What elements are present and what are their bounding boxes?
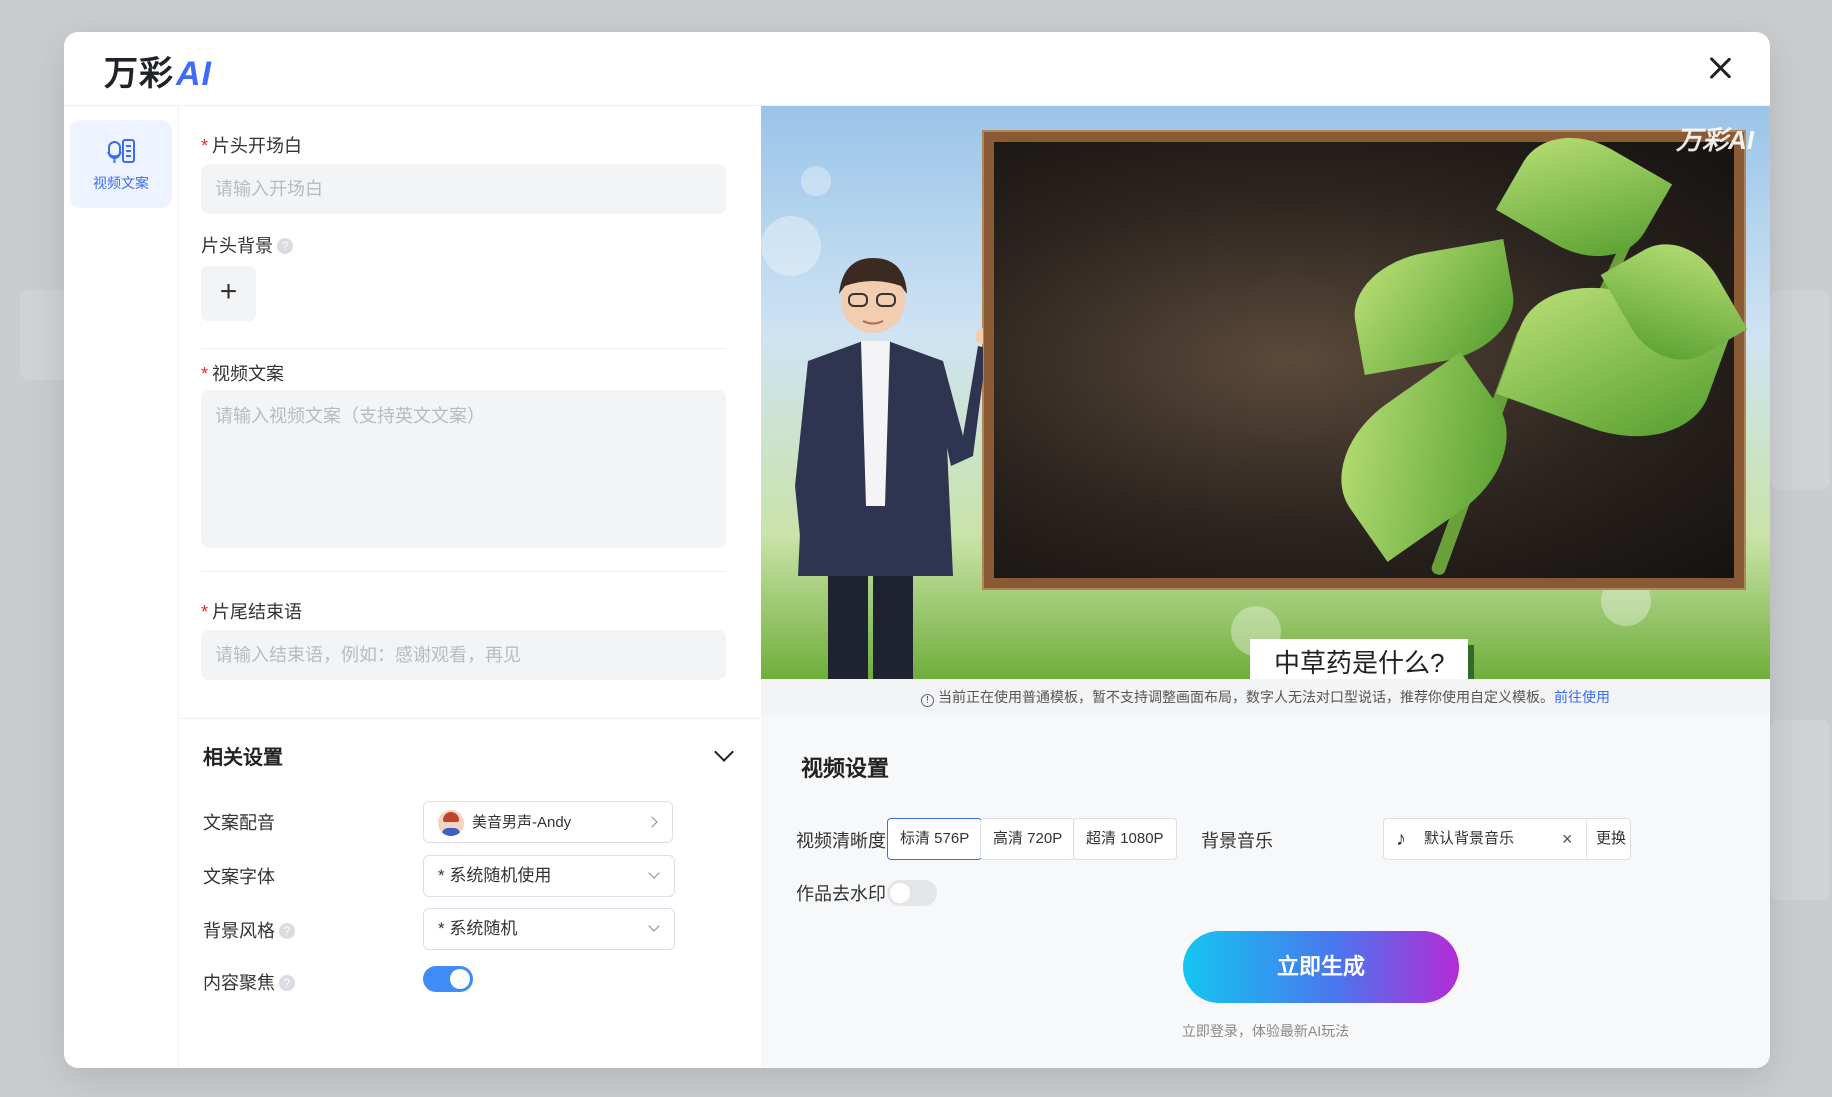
related-settings-panel: 相关设置 文案配音 美音男声-Andy 文案字体 * 系统随机使用 背景风格? …: [179, 718, 761, 1068]
chevron-down-icon: [648, 920, 660, 932]
go-use-link[interactable]: 前往使用: [1554, 689, 1610, 705]
opening-bg-label: 片头背景?: [201, 232, 293, 258]
voice-label: 文案配音: [203, 813, 275, 833]
close-icon[interactable]: [1704, 52, 1736, 84]
font-select[interactable]: * 系统随机使用: [423, 855, 675, 897]
font-label: 文案字体: [203, 867, 275, 887]
voice-avatar: [438, 809, 464, 836]
script-form: *片头开场白 片头背景? + *视频文案 *片尾结束语: [179, 106, 761, 718]
clear-music-icon[interactable]: ×: [1562, 819, 1573, 859]
bg-style-label: 背景风格?: [203, 917, 295, 943]
dialog-header: 万彩AI: [64, 32, 1770, 106]
opening-label: * 片头开场白: [201, 136, 303, 156]
ending-input[interactable]: [201, 630, 726, 680]
info-icon: !: [921, 694, 934, 707]
video-generator-dialog: 万彩AI 视频文案 *片头开场白 片头背景? + *视频文案 *片尾结束语: [64, 32, 1770, 1068]
brand-logo: 万彩AI: [104, 55, 212, 93]
quality-576p-option[interactable]: 标清 576P: [887, 818, 983, 860]
voice-select[interactable]: 美音男声-Andy: [423, 801, 673, 843]
bg-style-select[interactable]: * 系统随机: [423, 908, 675, 950]
ending-label: * 片尾结束语: [201, 602, 303, 622]
generate-hint: 立即登录，体验最新AI玩法: [1181, 1023, 1350, 1039]
quality-label: 视频清晰度: [796, 831, 886, 851]
divider: [201, 348, 726, 349]
chevron-down-icon: [648, 867, 660, 879]
video-preview: 中草药是什么? 万彩AI: [761, 106, 1770, 679]
sidebar-item-video-script[interactable]: 视频文案: [70, 120, 172, 208]
digital-presenter: [795, 258, 983, 679]
preview-frame: [984, 114, 1748, 588]
script-textarea[interactable]: [201, 390, 726, 548]
change-music-button[interactable]: 更换: [1596, 819, 1626, 859]
chevron-right-icon: [646, 816, 658, 828]
settings-title: 相关设置: [203, 747, 283, 769]
sidebar-item-label: 视频文案: [93, 175, 149, 191]
generate-button[interactable]: 立即生成: [1183, 931, 1459, 1003]
video-settings-panel: 视频设置 视频清晰度 标清 576P 高清 720P 超清 1080P 背景音乐…: [761, 715, 1770, 1068]
add-background-button[interactable]: +: [201, 266, 256, 321]
template-notice: ! 当前正在使用普通模板，暂不支持调整画面布局，数字人无法对口型说话，推荐你使用自…: [761, 679, 1770, 715]
script-mic-icon: [107, 139, 135, 163]
background-music-select[interactable]: ♪ 默认背景音乐 × 更换: [1383, 818, 1631, 860]
music-label: 背景音乐: [1201, 831, 1273, 851]
script-label: * 视频文案: [201, 364, 285, 384]
video-settings-title: 视频设置: [801, 756, 890, 781]
divider: [201, 571, 726, 572]
help-icon: ?: [279, 975, 295, 991]
quality-720p-option[interactable]: 高清 720P: [980, 818, 1076, 860]
help-icon: ?: [279, 923, 295, 939]
music-note-icon: ♪: [1396, 828, 1406, 850]
preview-watermark: 万彩AI: [1675, 125, 1754, 155]
collapse-chevron-icon[interactable]: [714, 742, 734, 762]
help-icon: ?: [277, 238, 293, 254]
remove-watermark-label: 作品去水印: [796, 884, 886, 904]
sidebar: 视频文案: [64, 106, 179, 1068]
quality-1080p-option[interactable]: 超清 1080P: [1073, 818, 1177, 860]
opening-input[interactable]: [201, 164, 726, 214]
focus-label: 内容聚焦?: [203, 969, 295, 995]
remove-watermark-toggle[interactable]: [887, 880, 937, 906]
content-focus-toggle[interactable]: [423, 966, 473, 992]
preview-caption: 中草药是什么?: [1250, 639, 1469, 679]
